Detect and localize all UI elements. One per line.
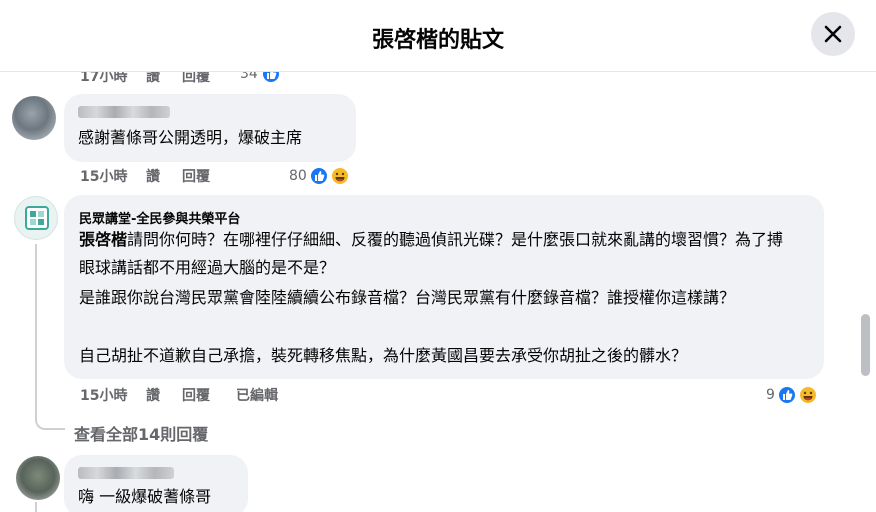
author-name-blurred[interactable] [78, 106, 170, 118]
close-icon [824, 25, 842, 43]
comment-paragraph: 張啓楷請問你何時？在哪裡仔仔細細、反覆的聽過偵訊光碟？是什麼張口就來亂講的壞習慣… [79, 226, 789, 282]
reply-link[interactable]: 回覆 [182, 166, 210, 186]
view-all-replies-link[interactable]: 查看全部14則回覆 [74, 421, 208, 445]
comment-author[interactable]: 民眾講堂-全民參與共榮平台 [79, 208, 240, 227]
thread-line [35, 502, 37, 512]
thread-connector [35, 410, 65, 430]
like-reaction-icon [309, 166, 329, 186]
page-avatar[interactable] [14, 196, 58, 240]
avatar[interactable] [12, 96, 56, 140]
page-logo-icon [25, 206, 49, 230]
dialog-header: 張啓楷的貼文 [0, 0, 876, 72]
comment-paragraph: 自己胡扯不道歉自己承擔，裝死轉移焦點，為什麼黃國昌要去承受你胡扯之後的髒水？ [79, 346, 688, 365]
reaction-count[interactable]: 34 [240, 72, 258, 82]
comment-time[interactable]: 17小時 [80, 72, 127, 86]
comment-paragraph: 是誰跟你說台灣民眾黨會陸陸續續公布錄音檔？台灣民眾黨有什麼錄音檔？誰授權你這樣講… [79, 288, 736, 307]
comment-text: 嗨 一級爆破蓍條哥 [78, 487, 212, 506]
haha-reaction-icon [330, 166, 350, 186]
reply-link[interactable]: 回覆 [182, 72, 210, 86]
comment-text: 感謝蓍條哥公開透明，爆破主席 [78, 128, 303, 147]
edited-label: 已編輯 [236, 388, 278, 404]
author-name-blurred[interactable] [78, 467, 174, 479]
comment-text: 請問你何時？在哪裡仔仔細細、反覆的聽過偵訊光碟？是什麼張口就來亂講的壞習慣？為了… [79, 230, 784, 277]
comment-bubble: 嗨 一級爆破蓍條哥 [64, 455, 248, 512]
comment-meta: 15小時 讚 回覆 已編輯 [80, 385, 380, 405]
post-dialog: 張啓楷的貼文 17小時 讚 回覆 34 感謝蓍條哥公開透明，爆破主席 15小時 … [0, 0, 876, 512]
like-link[interactable]: 讚 [146, 385, 160, 405]
reply-link[interactable]: 回覆 [182, 385, 210, 405]
scrollbar[interactable] [860, 72, 872, 512]
haha-reaction-icon [798, 385, 818, 405]
comments-list: 17小時 讚 回覆 34 感謝蓍條哥公開透明，爆破主席 15小時 讚 回覆 80 [0, 72, 876, 512]
comment-bubble: 民眾講堂-全民參與共榮平台 張啓楷請問你何時？在哪裡仔仔細細、反覆的聽過偵訊光碟… [64, 195, 824, 379]
scrollbar-thumb[interactable] [861, 314, 870, 376]
mention-link[interactable]: 張啓楷 [79, 230, 127, 249]
like-reaction-icon [777, 385, 797, 405]
thread-line [35, 244, 37, 410]
comment-meta: 15小時 讚 回覆 [80, 166, 300, 186]
reaction-count[interactable]: 80 [289, 168, 307, 184]
dialog-title: 張啓楷的貼文 [371, 28, 504, 53]
comment-time[interactable]: 15小時 [80, 385, 127, 405]
comment-bubble: 感謝蓍條哥公開透明，爆破主席 [64, 94, 356, 162]
comment-time[interactable]: 15小時 [80, 166, 127, 186]
like-link[interactable]: 讚 [146, 72, 160, 86]
close-button[interactable] [811, 12, 855, 56]
reaction-count[interactable]: 9 [766, 387, 775, 403]
like-link[interactable]: 讚 [146, 166, 160, 186]
avatar[interactable] [16, 456, 60, 500]
